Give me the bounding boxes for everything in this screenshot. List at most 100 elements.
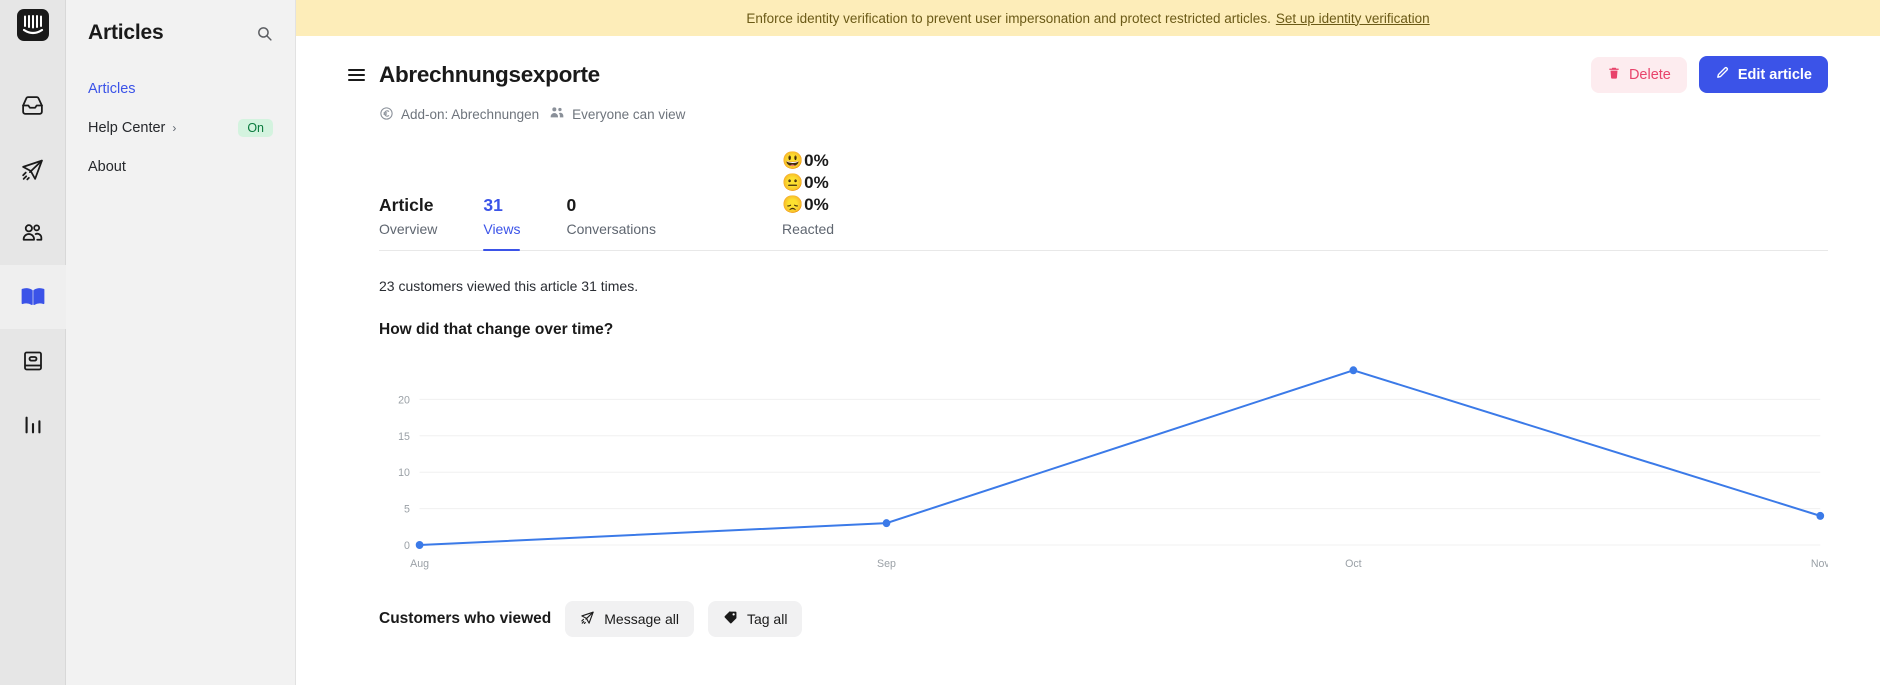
delete-button[interactable]: Delete	[1590, 56, 1687, 93]
search-icon[interactable]	[256, 25, 273, 42]
hamburger-menu-icon[interactable]	[348, 68, 365, 81]
sad-reaction: 😞 0%	[782, 194, 834, 216]
customers-who-viewed-section: Customers who viewed Message all Tag all	[379, 601, 1828, 637]
send-icon	[20, 157, 45, 182]
sidebar-item-label: Help Center	[88, 120, 166, 136]
knowledge-icon	[21, 349, 45, 373]
identity-verification-banner: Enforce identity verification to prevent…	[296, 0, 1880, 36]
tag-all-label: Tag all	[746, 611, 788, 627]
audience-meta: Everyone can view	[549, 105, 685, 124]
addon-label: Add-on: Abrechnungen	[401, 107, 540, 122]
tag-all-button[interactable]: Tag all	[707, 601, 803, 637]
article-content: Abrechnungsexporte Delete Edit article A…	[296, 56, 1880, 637]
primary-nav-rail	[0, 0, 66, 685]
tab-reacted[interactable]: 😃 0% 😐 0% 😞 0% Reacted	[782, 150, 834, 250]
chart-canvas: 0 5 10 15 20 Aug Sep Oct Nov	[398, 366, 1828, 570]
bar-chart-icon	[22, 414, 44, 436]
tab-conversations[interactable]: 0 Conversations	[566, 194, 656, 250]
svg-text:5: 5	[404, 503, 410, 515]
rail-item-outbound[interactable]	[0, 137, 66, 201]
rail-item-knowledge[interactable]	[0, 329, 66, 393]
article-meta: Add-on: Abrechnungen Everyone can view	[379, 105, 1828, 124]
reaction-values: 😃 0% 😐 0% 😞 0%	[782, 150, 834, 216]
euro-circle-icon	[379, 106, 394, 124]
views-over-time-chart: 0 5 10 15 20 Aug Sep Oct Nov	[379, 349, 1828, 579]
stats-tabs: Article Overview 31 Views 0 Conversation…	[379, 150, 1828, 251]
rail-item-reports[interactable]	[0, 393, 66, 457]
people-icon	[549, 105, 565, 124]
chart-x-axis: Aug Sep Oct Nov	[410, 558, 1828, 570]
page-title: Abrechnungsexporte	[379, 61, 600, 87]
tab-label: Reacted	[781, 221, 835, 237]
chevron-right-icon: ›	[172, 121, 177, 135]
tab-overview[interactable]: Article Overview	[379, 194, 437, 250]
tab-value: 0	[566, 195, 577, 215]
svg-text:Nov: Nov	[1811, 558, 1828, 570]
svg-text:Sep: Sep	[877, 558, 896, 570]
tab-label: Views	[483, 221, 521, 237]
chart-point[interactable]	[415, 541, 424, 549]
chart-data-points	[415, 366, 1825, 549]
happy-reaction-value: 0%	[804, 151, 829, 170]
svg-text:Aug: Aug	[410, 558, 429, 570]
pencil-icon	[1715, 65, 1730, 84]
audience-label: Everyone can view	[572, 107, 686, 122]
svg-text:10: 10	[398, 467, 410, 479]
status-badge: On	[238, 119, 273, 137]
sidebar-item-label: About	[88, 159, 126, 175]
articles-sidebar: Articles Articles Help Center › On About	[66, 0, 296, 685]
chart-line-series	[419, 369, 1821, 546]
app-root: Articles Articles Help Center › On About	[0, 0, 1880, 685]
neutral-reaction-value: 0%	[804, 173, 829, 192]
sidebar-item-articles[interactable]: Articles	[88, 74, 273, 104]
rail-item-contacts[interactable]	[0, 201, 66, 265]
edit-label: Edit article	[1737, 66, 1812, 83]
svg-text:20: 20	[398, 394, 410, 406]
send-icon	[580, 610, 595, 628]
banner-link[interactable]: Set up identity verification	[1276, 11, 1430, 26]
views-summary: 23 customers viewed this article 31 time…	[379, 278, 639, 294]
sidebar-title: Articles	[88, 21, 164, 44]
article-header: Abrechnungsexporte Delete Edit article	[348, 56, 1828, 93]
customers-title: Customers who viewed	[379, 610, 552, 627]
chart-title: How did that change over time?	[379, 321, 614, 338]
happy-reaction: 😃 0%	[782, 150, 834, 172]
tab-value: 31	[483, 195, 503, 215]
chart-point[interactable]	[1349, 366, 1358, 375]
sidebar-header: Articles	[88, 0, 273, 58]
intercom-logo-icon[interactable]	[16, 8, 50, 47]
book-icon	[20, 284, 46, 310]
message-all-label: Message all	[604, 611, 679, 627]
edit-article-button[interactable]: Edit article	[1698, 56, 1828, 93]
tab-views[interactable]: 31 Views	[483, 194, 521, 251]
addon-meta: Add-on: Abrechnungen	[379, 106, 539, 124]
rail-item-articles[interactable]	[0, 265, 66, 329]
header-actions: Delete Edit article	[1590, 56, 1828, 93]
chart-point[interactable]	[1816, 511, 1825, 520]
sad-reaction-value: 0%	[804, 195, 829, 214]
neutral-emoji-icon: 😐	[781, 173, 804, 192]
rail-item-inbox[interactable]	[0, 73, 66, 137]
sidebar-item-label: Articles	[88, 81, 136, 97]
message-all-button[interactable]: Message all	[565, 601, 694, 637]
chart-y-axis: 0 5 10 15 20	[398, 394, 410, 552]
tag-icon	[723, 610, 738, 628]
tab-label: Overview	[379, 221, 438, 237]
svg-text:0: 0	[404, 540, 410, 552]
svg-text:15: 15	[398, 431, 410, 443]
chart-point[interactable]	[882, 519, 891, 528]
sidebar-item-help-center[interactable]: Help Center › On	[88, 113, 273, 143]
delete-label: Delete	[1628, 66, 1671, 83]
svg-text:Oct: Oct	[1345, 558, 1362, 570]
banner-text: Enforce identity verification to prevent…	[746, 10, 1271, 26]
sidebar-nav-list: Articles Help Center › On About	[88, 74, 273, 182]
main-panel: Enforce identity verification to prevent…	[296, 0, 1880, 685]
tab-value: Article	[379, 195, 434, 215]
contacts-icon	[20, 221, 45, 246]
sad-emoji-icon: 😞	[781, 195, 804, 214]
happy-emoji-icon: 😃	[781, 151, 804, 170]
sidebar-item-about[interactable]: About	[88, 152, 273, 182]
neutral-reaction: 😐 0%	[782, 172, 834, 194]
chart-gridlines	[419, 398, 1821, 546]
inbox-icon	[20, 93, 45, 118]
